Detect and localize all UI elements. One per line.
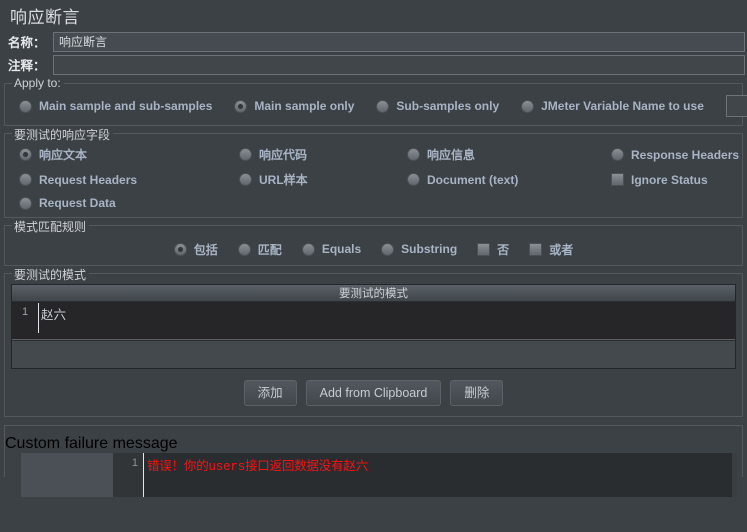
option-label: Main sample only (254, 99, 355, 113)
comment-row: 注释： (0, 53, 747, 76)
custom-failure-message-group: Custom failure message 1 错误！你的users接口返回数… (4, 425, 743, 497)
comment-label: 注释： (8, 59, 46, 73)
patterns-group: 要测试的模式 要测试的模式 1 赵六 添加 Add from Clipboard… (4, 266, 743, 417)
radio-substring[interactable]: Substring (381, 242, 457, 256)
radio-document-text[interactable]: Document (text) (407, 171, 611, 188)
table-row[interactable]: 1 赵六 (12, 302, 735, 340)
option-label: 响应文本 (39, 148, 88, 162)
checkbox-icon (611, 173, 624, 186)
radio-icon (19, 196, 32, 210)
radio-icon (407, 173, 420, 186)
option-label: 匹配 (257, 242, 282, 257)
patterns-table: 要测试的模式 1 赵六 (11, 284, 736, 369)
option-label: Response Headers (631, 147, 740, 162)
radio-icon (611, 148, 624, 161)
custom-failure-message-legend: Custom failure message (5, 435, 178, 452)
row-value: 赵六 (41, 308, 67, 322)
option-label: Main sample and sub-samples (39, 99, 213, 113)
option-label: 响应代码 (259, 148, 308, 162)
patterns-legend: 要测试的模式 (12, 266, 90, 283)
checkbox-not[interactable]: 否 (477, 241, 509, 258)
custom-failure-message-text: 错误！你的users接口返回数据没有赵六 (147, 460, 369, 474)
radio-icon (301, 242, 315, 256)
custom-failure-message-side-panel (21, 453, 113, 497)
option-label: Ignore Status (631, 172, 708, 187)
option-label: 否 (497, 242, 510, 257)
radio-icon-selected (234, 99, 248, 113)
response-assertion-panel: 响应断言 名称： 注释： Apply to: Main sample and s… (0, 0, 747, 532)
option-label: Substring (401, 242, 458, 256)
radio-matches[interactable]: 匹配 (237, 241, 282, 258)
vertical-scrollbar[interactable] (732, 453, 737, 497)
apply-to-group: Apply to: Main sample and sub-samples Ma… (4, 76, 747, 126)
radio-equals[interactable]: Equals (301, 242, 362, 256)
radio-main-sample-only[interactable]: Main sample only (234, 99, 354, 113)
add-button[interactable]: 添加 (243, 380, 297, 406)
add-from-clipboard-button[interactable]: Add from Clipboard (305, 380, 442, 406)
radio-response-headers[interactable]: Response Headers (611, 146, 739, 163)
radio-icon (376, 99, 390, 113)
radio-contains[interactable]: 包括 (173, 241, 218, 258)
radio-sub-samples-only[interactable]: Sub-samples only (376, 99, 499, 113)
radio-response-code[interactable]: 响应代码 (239, 146, 407, 163)
page-title: 响应断言 (10, 8, 80, 27)
radio-url-sample[interactable]: URL样本 (239, 171, 407, 188)
name-label: 名称： (8, 36, 46, 50)
response-fields-grid: 响应文本 响应代码 响应信息 Response Headers Request … (11, 144, 739, 210)
match-rules-legend: 模式匹配规则 (12, 218, 90, 235)
patterns-column-header[interactable]: 要测试的模式 (12, 285, 735, 302)
radio-main-sample-and-sub-samples[interactable]: Main sample and sub-samples (19, 99, 212, 113)
option-label: Sub-samples only (396, 99, 500, 113)
response-fields-legend: 要测试的响应字段 (12, 126, 114, 143)
radio-request-data[interactable]: Request Data (19, 196, 239, 210)
option-label: 或者 (549, 242, 574, 257)
checkbox-ignore-status[interactable]: Ignore Status (611, 171, 739, 188)
radio-icon (239, 173, 252, 186)
option-label: URL样本 (259, 173, 308, 187)
checkbox-or[interactable]: 或者 (529, 241, 573, 258)
radio-icon (381, 242, 395, 256)
custom-failure-message-input[interactable]: 错误！你的users接口返回数据没有赵六 (143, 453, 737, 497)
jmeter-variable-name-input[interactable] (725, 95, 747, 117)
radio-request-headers[interactable]: Request Headers (19, 171, 239, 188)
line-number-gutter: 1 (113, 453, 143, 497)
radio-icon (19, 173, 32, 186)
option-label: Request Data (39, 196, 116, 210)
custom-failure-message-body: 1 错误！你的users接口返回数据没有赵六 (21, 453, 742, 497)
text-caret (38, 303, 39, 333)
radio-icon-selected (173, 242, 187, 256)
radio-icon-selected (19, 148, 32, 161)
row-number: 1 (21, 306, 29, 318)
response-fields-group: 要测试的响应字段 响应文本 响应代码 响应信息 Response Headers… (4, 126, 743, 218)
radio-icon (19, 99, 32, 113)
option-label: JMeter Variable Name to use (541, 99, 704, 113)
radio-icon (521, 99, 535, 113)
option-label: 包括 (193, 242, 218, 257)
apply-to-options: Main sample and sub-samples Main sample … (11, 94, 747, 118)
delete-button[interactable]: 删除 (450, 380, 504, 406)
patterns-buttons: 添加 Add from Clipboard 删除 (11, 369, 736, 409)
radio-icon (237, 242, 251, 256)
patterns-table-empty-area[interactable] (12, 340, 735, 368)
row-cell-editor[interactable]: 赵六 (38, 302, 735, 333)
radio-icon (239, 148, 252, 161)
name-row: 名称： (0, 30, 747, 53)
radio-jmeter-variable-name[interactable]: JMeter Variable Name to use (521, 99, 704, 113)
apply-to-legend: Apply to: (12, 76, 64, 90)
checkbox-icon (477, 242, 491, 256)
match-rules-options: 包括 匹配 Equals Substring 否 或者 (11, 236, 736, 258)
option-label: Equals (321, 242, 362, 256)
checkbox-icon (529, 242, 543, 256)
option-label: Request Headers (39, 172, 138, 187)
radio-icon (407, 148, 420, 161)
radio-response-text[interactable]: 响应文本 (19, 146, 239, 163)
comment-input[interactable] (53, 54, 745, 75)
option-label: 响应信息 (427, 148, 476, 162)
name-input[interactable] (53, 31, 745, 52)
match-rules-group: 模式匹配规则 包括 匹配 Equals Substring 否 或者 (4, 218, 743, 266)
option-label: Document (text) (427, 172, 519, 187)
radio-response-message[interactable]: 响应信息 (407, 146, 611, 163)
